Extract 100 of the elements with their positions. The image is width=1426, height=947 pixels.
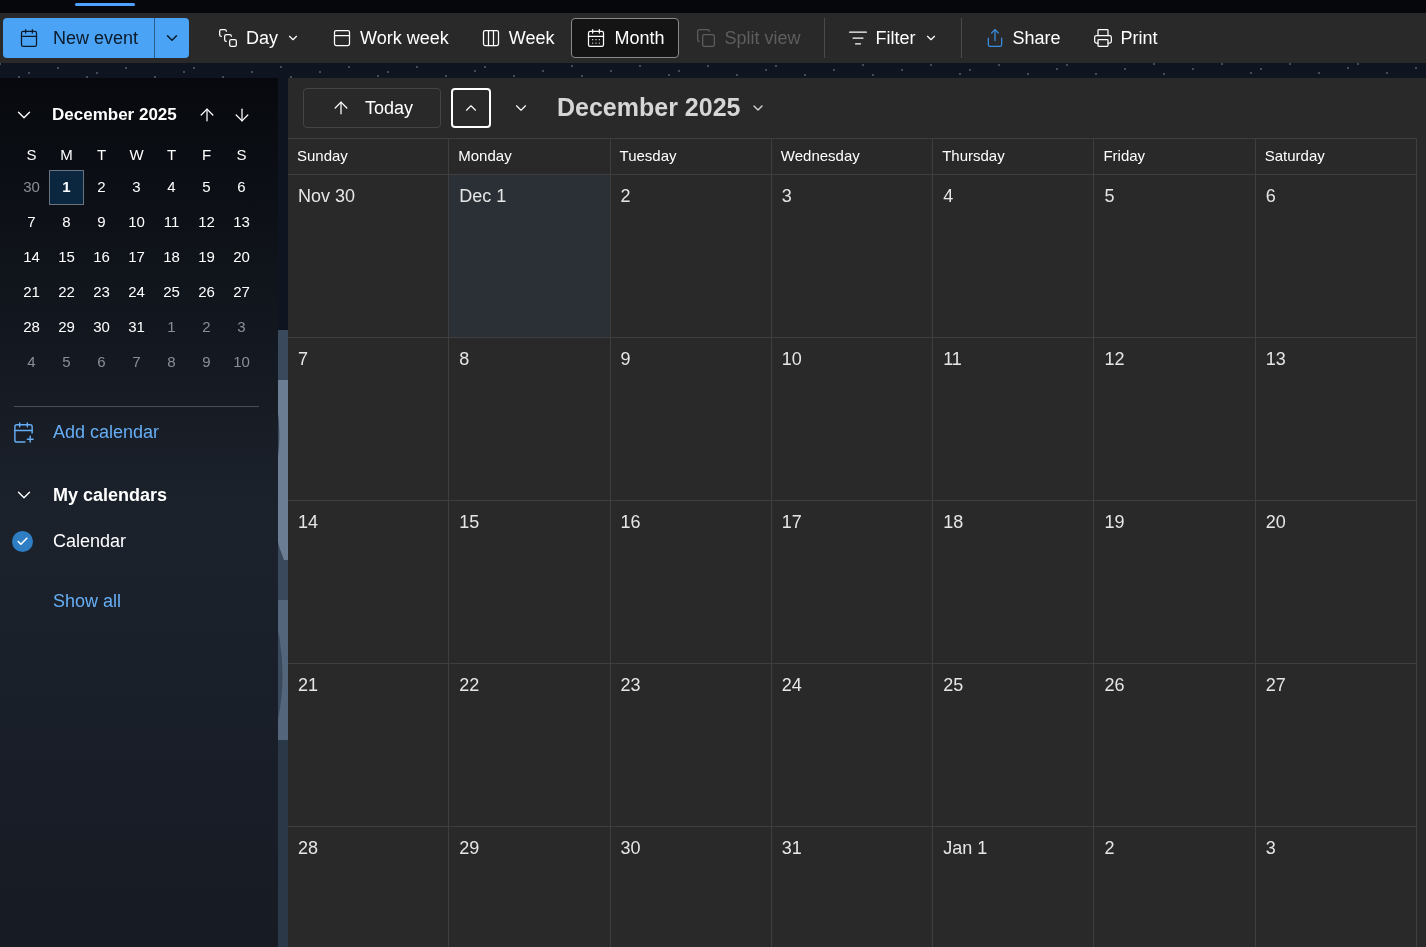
day-cell[interactable]: 24 — [771, 664, 934, 827]
print-button[interactable]: Print — [1077, 18, 1173, 58]
day-cell[interactable]: 25 — [933, 664, 1095, 827]
day-cell[interactable]: 15 — [449, 501, 611, 664]
day-button[interactable]: Day — [203, 18, 316, 58]
mini-calendar-day[interactable]: 6 — [84, 345, 119, 380]
calendar-checkbox[interactable] — [12, 530, 33, 552]
month-picker[interactable]: December 2025 — [557, 89, 767, 127]
day-cell[interactable]: 3 — [1255, 827, 1417, 947]
mini-calendar-day[interactable]: 3 — [224, 310, 259, 345]
day-cell[interactable]: 5 — [1094, 175, 1256, 338]
day-cell[interactable]: Dec 1 — [449, 175, 611, 338]
day-cell[interactable]: 3 — [771, 175, 934, 338]
day-cell[interactable]: 11 — [933, 338, 1095, 501]
filter-button[interactable]: Filter — [832, 18, 953, 58]
day-cell[interactable]: 18 — [933, 501, 1095, 664]
mini-calendar-day[interactable]: 29 — [49, 310, 84, 345]
day-cell[interactable]: 7 — [288, 338, 450, 501]
day-cell[interactable]: 23 — [610, 664, 772, 827]
day-cell[interactable]: 19 — [1094, 501, 1256, 664]
new-event-dropdown[interactable] — [154, 18, 190, 58]
mini-calendar-day[interactable]: 1 — [154, 310, 189, 345]
mini-calendar-day[interactable]: 22 — [49, 275, 84, 310]
mini-calendar-day[interactable]: 8 — [49, 205, 84, 240]
day-cell[interactable]: 17 — [771, 501, 934, 664]
mini-calendar-day[interactable]: 4 — [154, 170, 189, 205]
day-number: Jan 1 — [943, 838, 988, 858]
mini-calendar-day[interactable]: 19 — [189, 240, 224, 275]
mini-calendar-day[interactable]: 9 — [189, 345, 224, 380]
mini-calendar-day[interactable]: 25 — [154, 275, 189, 310]
new-event-button[interactable]: New event — [3, 18, 155, 58]
day-cell[interactable]: Jan 1 — [933, 827, 1095, 947]
add-calendar-link[interactable]: Add calendar — [12, 419, 259, 446]
column-header: Wednesday — [771, 139, 934, 175]
mini-calendar-day[interactable]: 23 — [84, 275, 119, 310]
day-cell[interactable]: 6 — [1255, 175, 1417, 338]
mini-calendar-day[interactable]: 17 — [119, 240, 154, 275]
day-number: 3 — [1265, 838, 1276, 858]
mini-calendar-day[interactable]: 1 — [49, 170, 84, 205]
day-cell[interactable]: 30 — [610, 827, 772, 947]
mini-calendar-day[interactable]: 9 — [84, 205, 119, 240]
mini-calendar-day[interactable]: 15 — [49, 240, 84, 275]
mini-calendar-day[interactable]: 18 — [154, 240, 189, 275]
day-cell[interactable]: 29 — [449, 827, 611, 947]
previous-button[interactable] — [451, 88, 491, 128]
mini-calendar-day[interactable]: 8 — [154, 345, 189, 380]
day-cell[interactable]: 26 — [1094, 664, 1256, 827]
day-cell[interactable]: 2 — [1094, 827, 1256, 947]
day-cell[interactable]: 4 — [933, 175, 1095, 338]
mini-calendar-day[interactable]: 30 — [84, 310, 119, 345]
mini-calendar-day[interactable]: 4 — [14, 345, 49, 380]
today-button[interactable]: Today — [303, 88, 441, 128]
day-cell[interactable]: 28 — [288, 827, 450, 947]
mini-calendar-day[interactable]: 28 — [14, 310, 49, 345]
week-button[interactable]: Week — [465, 18, 570, 58]
mini-calendar-day[interactable]: 2 — [84, 170, 119, 205]
mini-calendar-day[interactable]: 16 — [84, 240, 119, 275]
workweek-button[interactable]: Work week — [317, 18, 464, 58]
day-cell[interactable]: 20 — [1255, 501, 1417, 664]
mini-calendar-day[interactable]: 5 — [49, 345, 84, 380]
show-all-link[interactable]: Show all — [53, 588, 122, 615]
day-number: 28 — [298, 838, 319, 858]
mini-calendar-day[interactable]: 7 — [119, 345, 154, 380]
day-cell[interactable]: 13 — [1255, 338, 1417, 501]
share-button[interactable]: Share — [969, 18, 1076, 58]
day-cell[interactable]: 2 — [610, 175, 772, 338]
day-cell[interactable]: 31 — [771, 827, 934, 947]
mini-calendar-day[interactable]: 24 — [119, 275, 154, 310]
mini-calendar-day[interactable]: 2 — [189, 310, 224, 345]
mini-calendar-day[interactable]: 30 — [14, 170, 49, 205]
mini-calendar-day[interactable]: 5 — [189, 170, 224, 205]
mini-calendar-day[interactable]: 10 — [224, 345, 259, 380]
day-cell[interactable]: 14 — [288, 501, 450, 664]
day-number: 9 — [620, 349, 631, 369]
day-cell[interactable]: 21 — [288, 664, 450, 827]
day-cell[interactable]: 9 — [610, 338, 772, 501]
day-cell[interactable]: 8 — [449, 338, 611, 501]
mini-calendar-day[interactable]: 10 — [119, 205, 154, 240]
mini-calendar-day[interactable]: 31 — [119, 310, 154, 345]
day-cell[interactable]: 22 — [449, 664, 611, 827]
mini-calendar-day[interactable]: 7 — [14, 205, 49, 240]
mini-calendar-day[interactable]: 13 — [224, 205, 259, 240]
mini-calendar-day[interactable]: 26 — [189, 275, 224, 310]
day-cell[interactable]: 12 — [1094, 338, 1256, 501]
day-number: Dec 1 — [459, 186, 507, 206]
day-cell[interactable]: 27 — [1255, 664, 1417, 827]
mini-calendar-day[interactable]: 3 — [119, 170, 154, 205]
mini-calendar-day[interactable]: 11 — [154, 205, 189, 240]
mini-calendar-day[interactable]: 6 — [224, 170, 259, 205]
month-button[interactable]: Month — [571, 18, 680, 58]
mini-calendar-day[interactable]: 12 — [189, 205, 224, 240]
day-cell[interactable]: 16 — [610, 501, 772, 664]
mini-calendar-day[interactable]: 27 — [224, 275, 259, 310]
mini-calendar-day[interactable]: 20 — [224, 240, 259, 275]
calendar-name: Calendar — [53, 529, 127, 553]
weekday-label: W — [128, 144, 145, 165]
day-cell[interactable]: 10 — [771, 338, 934, 501]
mini-calendar-day[interactable]: 21 — [14, 275, 49, 310]
mini-calendar-day[interactable]: 14 — [14, 240, 49, 275]
day-number: 6 — [1265, 186, 1276, 206]
